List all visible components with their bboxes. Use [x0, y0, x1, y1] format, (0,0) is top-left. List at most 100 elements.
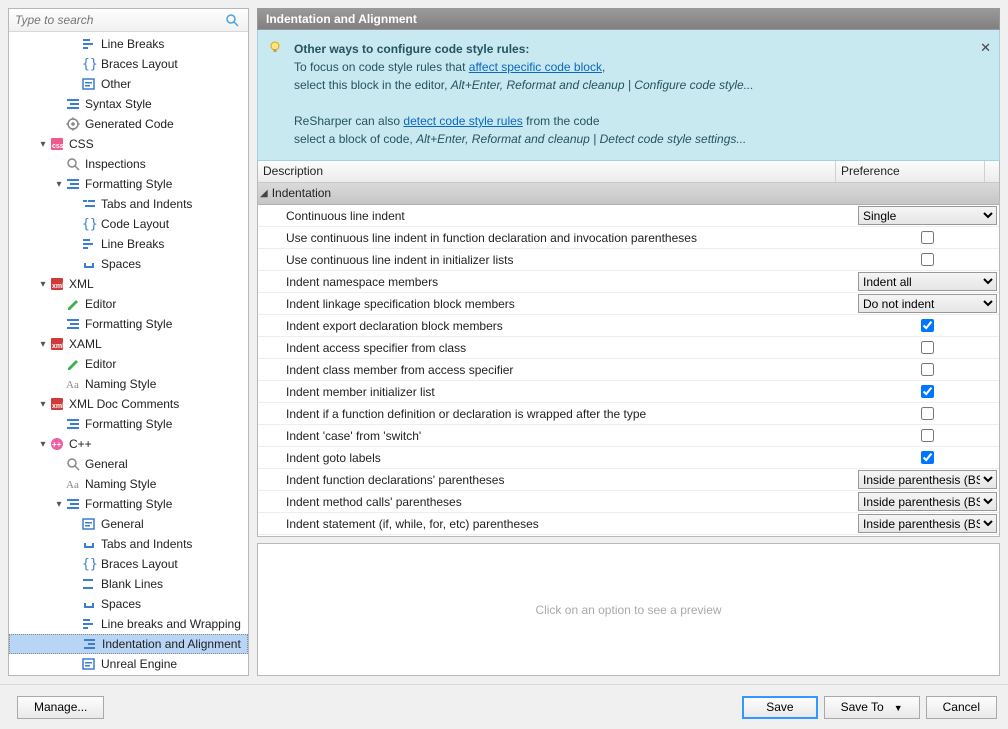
category-row[interactable]: ◢Indentation	[258, 183, 999, 205]
grid-row[interactable]: Indent export declaration block members	[258, 315, 999, 337]
grid-row[interactable]: Indent namespace membersIndent all	[258, 271, 999, 293]
grid-row[interactable]: Indent method calls' parenthesesInside p…	[258, 491, 999, 513]
grid-row[interactable]: Indent access specifier from class	[258, 337, 999, 359]
preference-checkbox[interactable]	[921, 385, 934, 398]
tree-item-label: Formatting Style	[85, 417, 178, 431]
expander-icon[interactable]: ▾	[37, 339, 49, 350]
tree-item-formatting-style[interactable]: ▾Formatting Style	[9, 494, 248, 514]
expander-icon[interactable]: ▾	[37, 279, 49, 290]
expander-icon[interactable]: ▾	[37, 139, 49, 150]
tree-item-generated-code[interactable]: Generated Code	[9, 114, 248, 134]
tree-item-blank-lines[interactable]: Blank Lines	[9, 574, 248, 594]
tree-item-label: Line Breaks	[101, 237, 170, 251]
preference-checkbox[interactable]	[921, 253, 934, 266]
preference-checkbox[interactable]	[921, 363, 934, 376]
tree-item-line-breaks[interactable]: Line Breaks	[9, 234, 248, 254]
preference-select[interactable]: Inside parenthesis (BSD/…	[858, 492, 997, 511]
expander-icon[interactable]: ▾	[37, 439, 49, 450]
tree-item-line-breaks-and-wrapping[interactable]: Line breaks and Wrapping	[9, 614, 248, 634]
grid-row[interactable]: Preprocessor directives indentingNo inde…	[258, 535, 999, 536]
preference-checkbox[interactable]	[921, 429, 934, 442]
tree-item-label: Formatting Style	[85, 317, 178, 331]
grid-row[interactable]: Indent class member from access specifie…	[258, 359, 999, 381]
preference-checkbox[interactable]	[921, 407, 934, 420]
expander-icon[interactable]: ▾	[53, 499, 65, 510]
save-to-button[interactable]: Save To▼	[824, 696, 920, 719]
tree-item-xaml[interactable]: ▾xmlXAML	[9, 334, 248, 354]
tree-item-line-breaks[interactable]: Line Breaks	[9, 34, 248, 54]
tree-item-spaces[interactable]: Spaces	[9, 594, 248, 614]
search-icon[interactable]	[224, 12, 240, 28]
tree-item-label: XML	[69, 277, 100, 291]
grid-row[interactable]: Indent member initializer list	[258, 381, 999, 403]
save-button[interactable]: Save	[742, 696, 817, 719]
preference-select[interactable]: Inside parenthesis (BSD/…	[858, 470, 997, 489]
cpp-icon: ++	[49, 436, 65, 452]
tree-item-css[interactable]: ▾cssCSS	[9, 134, 248, 154]
svg-text:++: ++	[52, 440, 62, 449]
options-tree[interactable]: Line Breaks {}Braces Layout Other Syntax St…	[9, 32, 248, 675]
tree-item-formatting-style[interactable]: Formatting Style	[9, 314, 248, 334]
aa-icon: Aa	[65, 476, 81, 492]
tree-item-tabs-and-indents[interactable]: Tabs and Indents	[9, 194, 248, 214]
tree-item-label: Other	[101, 77, 137, 91]
cancel-button[interactable]: Cancel	[926, 696, 997, 719]
tree-item-syntax-style[interactable]: Syntax Style	[9, 94, 248, 114]
preference-select[interactable]: Single	[858, 206, 997, 225]
tree-item-other[interactable]: Other	[9, 74, 248, 94]
grid-row[interactable]: Use continuous line indent in initialize…	[258, 249, 999, 271]
preference-select[interactable]: Indent all	[858, 272, 997, 291]
grid-row[interactable]: Continuous line indentSingle	[258, 205, 999, 227]
link-affect-block[interactable]: affect specific code block	[469, 60, 602, 74]
grid-body[interactable]: ◢IndentationContinuous line indentSingle…	[258, 183, 999, 536]
tree-item-braces-layout[interactable]: {}Braces Layout	[9, 54, 248, 74]
tree-item-inspections[interactable]: Inspections	[9, 154, 248, 174]
expander-icon[interactable]: ▾	[37, 399, 49, 410]
preference-checkbox[interactable]	[921, 319, 934, 332]
info-banner: ✕ Other ways to configure code style rul…	[257, 30, 1000, 161]
grid-row[interactable]: Indent statement (if, while, for, etc) p…	[258, 513, 999, 535]
grid-row[interactable]: Use continuous line indent in function d…	[258, 227, 999, 249]
preference-checkbox[interactable]	[921, 231, 934, 244]
close-icon[interactable]: ✕	[980, 38, 991, 58]
tree-item-code-layout[interactable]: {}Code Layout	[9, 214, 248, 234]
search-input[interactable]	[13, 12, 224, 28]
preference-checkbox[interactable]	[921, 341, 934, 354]
grid-row[interactable]: Indent goto labels	[258, 447, 999, 469]
col-preference[interactable]: Preference	[836, 161, 985, 182]
tree-item-xml-doc-comments[interactable]: ▾xmlXML Doc Comments	[9, 394, 248, 414]
preference-select[interactable]: Do not indent	[858, 294, 997, 313]
grid-row[interactable]: Indent if a function definition or decla…	[258, 403, 999, 425]
tree-item-formatting-style[interactable]: Formatting Style	[9, 414, 248, 434]
tree-item-general[interactable]: General	[9, 454, 248, 474]
tree-item-formatting-style[interactable]: ▾Formatting Style	[9, 174, 248, 194]
tree-item-general[interactable]: General	[9, 514, 248, 534]
manage-button[interactable]: Manage...	[17, 696, 104, 719]
col-description[interactable]: Description	[258, 161, 836, 182]
tree-item-editor[interactable]: Editor	[9, 354, 248, 374]
fstyle-icon	[65, 316, 81, 332]
preference-select[interactable]: Inside parenthesis (BSD/…	[858, 514, 997, 533]
tree-item-label: Line Breaks	[101, 37, 170, 51]
tree-item-braces-layout[interactable]: {}Braces Layout	[9, 554, 248, 574]
tree-item-naming-style[interactable]: AaNaming Style	[9, 374, 248, 394]
tree-item-spaces[interactable]: Spaces	[9, 254, 248, 274]
preference-checkbox[interactable]	[921, 451, 934, 464]
tree-item-tabs-and-indents[interactable]: Tabs and Indents	[9, 534, 248, 554]
tree-item-indentation-and-alignment[interactable]: Indentation and Alignment	[9, 634, 248, 654]
tree-item-unreal-engine[interactable]: Unreal Engine	[9, 654, 248, 674]
grid-row[interactable]: Indent linkage specification block membe…	[258, 293, 999, 315]
xml-icon: xml	[49, 396, 65, 412]
grid-row[interactable]: Indent function declarations' parenthese…	[258, 469, 999, 491]
collapse-icon: ◢	[260, 183, 268, 204]
tabs-icon	[81, 196, 97, 212]
tree-item-c-[interactable]: ▾++C++	[9, 434, 248, 454]
tree-item-editor[interactable]: Editor	[9, 294, 248, 314]
expander-icon[interactable]: ▾	[53, 179, 65, 190]
tree-item-naming-style[interactable]: AaNaming Style	[9, 474, 248, 494]
tree-item-xml[interactable]: ▾xmlXML	[9, 274, 248, 294]
lightbulb-icon	[268, 40, 282, 54]
grid-row[interactable]: Indent 'case' from 'switch'	[258, 425, 999, 447]
box-icon	[81, 516, 97, 532]
link-detect-rules[interactable]: detect code style rules	[403, 114, 522, 128]
